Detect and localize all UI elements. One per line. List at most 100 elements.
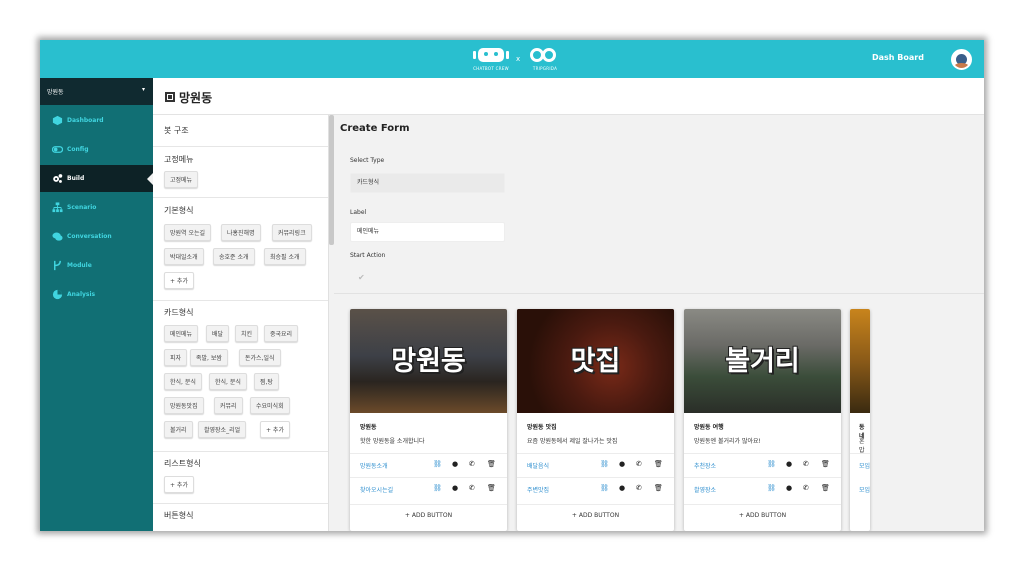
menu-chip[interactable]: 망원역 오는길: [164, 224, 212, 241]
trash-icon[interactable]: 🗑: [487, 484, 496, 492]
card-item[interactable]: 볼거리 망원동 여행 망원동엔 볼거리가 많아요! 추천장소 ⛓ ● ✆ 🗑 촬…: [684, 309, 841, 531]
add-chip-button[interactable]: + 추가: [164, 272, 194, 289]
globe-icon[interactable]: ●: [452, 484, 458, 492]
menu-chip[interactable]: 찜,탕: [254, 373, 279, 390]
link-icon[interactable]: ⛓: [600, 484, 609, 492]
menu-chip[interactable]: 중국요리: [264, 325, 299, 342]
menu-chip[interactable]: 돈가스,일식: [239, 349, 281, 366]
project-selector[interactable]: 망원동 ▾: [40, 78, 153, 105]
globe-icon[interactable]: ●: [619, 460, 625, 468]
phone-icon[interactable]: ✆: [636, 484, 642, 492]
menu-chip[interactable]: 수요미식회: [250, 397, 290, 414]
globe-icon[interactable]: ●: [786, 460, 792, 468]
card-button-label[interactable]: 모임: [859, 485, 870, 494]
card-button-row[interactable]: 추천장소 ⛓ ● ✆ 🗑: [684, 455, 841, 477]
card-button-label[interactable]: 촬영장소: [694, 485, 716, 494]
add-button[interactable]: + ADD BUTTON: [517, 512, 674, 519]
menu-chip[interactable]: 나홍진해명: [221, 224, 261, 241]
menu-chip[interactable]: 커뮤리: [214, 397, 243, 414]
phone-icon[interactable]: ✆: [636, 460, 642, 468]
add-button[interactable]: + ADD BUTTON: [684, 512, 841, 519]
avatar[interactable]: [951, 49, 972, 70]
phone-icon[interactable]: ✆: [469, 484, 475, 492]
sidebar-item-config[interactable]: Config: [40, 136, 153, 163]
menu-chip[interactable]: 송호준 소개: [213, 248, 255, 265]
phone-icon[interactable]: ✆: [469, 460, 475, 468]
add-chip-button[interactable]: + 추가: [164, 476, 194, 493]
menu-chip[interactable]: 볼거리: [164, 421, 193, 438]
card-button-row[interactable]: 모임: [850, 455, 870, 477]
pie-chart-icon: [52, 289, 63, 300]
trash-icon[interactable]: 🗑: [654, 460, 663, 468]
link-icon[interactable]: ⛓: [433, 460, 442, 468]
link-icon[interactable]: ⛓: [767, 484, 776, 492]
form-title: Create Form: [340, 123, 410, 134]
trash-icon[interactable]: 🗑: [821, 484, 830, 492]
phone-icon[interactable]: ✆: [803, 484, 809, 492]
menu-chip[interactable]: 망원동맛집: [164, 397, 204, 414]
label-field[interactable]: 메인메뉴: [350, 222, 505, 242]
card-button-label[interactable]: 망원동소개: [360, 461, 388, 470]
card-button-row[interactable]: 촬영장소 ⛓ ● ✆ 🗑: [684, 479, 841, 501]
card-description: 핫한 망원동을 소개합니다: [360, 438, 425, 445]
menu-chip[interactable]: 박대일소개: [164, 248, 204, 265]
globe-icon[interactable]: ●: [619, 484, 625, 492]
menu-chip[interactable]: 배달: [206, 325, 230, 342]
chatbot-crew-logo[interactable]: CHATBOT CREW: [470, 46, 512, 74]
section-fixed-menu: 고정메뉴 고정메뉴: [153, 146, 328, 192]
card-item[interactable]: 맛집 망원동 맛집 요즘 망원동에서 제일 잘나가는 맛집 배달음식 ⛓ ● ✆…: [517, 309, 674, 531]
sidebar-item-dashboard[interactable]: Dashboard: [40, 107, 153, 134]
trash-icon[interactable]: 🗑: [821, 460, 830, 468]
divider: [517, 504, 674, 505]
card-item[interactable]: 동네 혼밥 모임 모임: [850, 309, 870, 531]
card-button-row[interactable]: 모임: [850, 479, 870, 501]
sidebar-item-label: Scenario: [67, 204, 97, 211]
menu-chip[interactable]: 고정메뉴: [164, 171, 199, 188]
card-title: 망원동: [360, 424, 377, 431]
checkmark-icon[interactable]: ✔: [358, 273, 365, 282]
globe-icon[interactable]: ●: [452, 460, 458, 468]
menu-chip[interactable]: 최승필 소개: [264, 248, 306, 265]
link-icon[interactable]: ⛓: [433, 484, 442, 492]
card-button-row[interactable]: 찾아오시는길 ⛓ ● ✆ 🗑: [350, 479, 507, 501]
divider: [684, 477, 841, 478]
trash-icon[interactable]: 🗑: [487, 460, 496, 468]
menu-chip[interactable]: 메인메뉴: [164, 325, 199, 342]
tripgrida-logo[interactable]: TRIPGRIDA: [525, 46, 565, 74]
card-button-label[interactable]: 모임: [859, 461, 870, 470]
sidebar-item-module[interactable]: Module: [40, 252, 153, 279]
globe-icon[interactable]: ●: [786, 484, 792, 492]
card-image: 볼거리: [684, 309, 841, 413]
dashboard-link[interactable]: Dash Board: [872, 53, 924, 62]
menu-chip[interactable]: 족발, 보쌈: [190, 349, 228, 366]
sidebar-item-scenario[interactable]: Scenario: [40, 194, 153, 221]
card-button-label[interactable]: 배달음식: [527, 461, 549, 470]
card-button-label[interactable]: 추천장소: [694, 461, 716, 470]
link-icon[interactable]: ⛓: [767, 460, 776, 468]
menu-chip[interactable]: 치킨: [235, 325, 259, 342]
card-button-row[interactable]: 망원동소개 ⛓ ● ✆ 🗑: [350, 455, 507, 477]
card-button-label[interactable]: 찾아오시는길: [360, 485, 393, 494]
card-button-row[interactable]: 배달음식 ⛓ ● ✆ 🗑: [517, 455, 674, 477]
panel-title: 봇 구조: [164, 126, 189, 135]
menu-chip[interactable]: 촬영장소_리얼: [198, 421, 247, 438]
phone-icon[interactable]: ✆: [803, 460, 809, 468]
sidebar-item-analysis[interactable]: Analysis: [40, 281, 153, 308]
sidebar-item-build[interactable]: Build: [40, 165, 153, 192]
menu-chip[interactable]: 커뮤리링크: [272, 224, 312, 241]
menu-chip[interactable]: 피자: [164, 349, 188, 366]
add-button[interactable]: + ADD BUTTON: [350, 512, 507, 519]
select-type-field[interactable]: 카드형식: [350, 173, 505, 193]
section-basic-format: 기본형식 망원역 오는길 나홍진해명 커뮤리링크 박대일소개 송호준 소개 최승…: [153, 197, 328, 297]
card-button-row[interactable]: 주변맛집 ⛓ ● ✆ 🗑: [517, 479, 674, 501]
link-icon[interactable]: ⛓: [600, 460, 609, 468]
card-button-label[interactable]: 주변맛집: [527, 485, 549, 494]
trash-icon[interactable]: 🗑: [654, 484, 663, 492]
sidebar-item-conversation[interactable]: Conversation: [40, 223, 153, 250]
card-title: 망원동 여행: [694, 424, 724, 431]
caret-down-icon: ▾: [142, 86, 146, 93]
card-item[interactable]: 망원동 망원동 핫한 망원동을 소개합니다 망원동소개 ⛓ ● ✆ 🗑 찾아오시…: [350, 309, 507, 531]
add-chip-button[interactable]: + 추가: [260, 421, 290, 438]
menu-chip[interactable]: 한식, 분식: [164, 373, 202, 390]
menu-chip[interactable]: 한식, 분식: [209, 373, 247, 390]
